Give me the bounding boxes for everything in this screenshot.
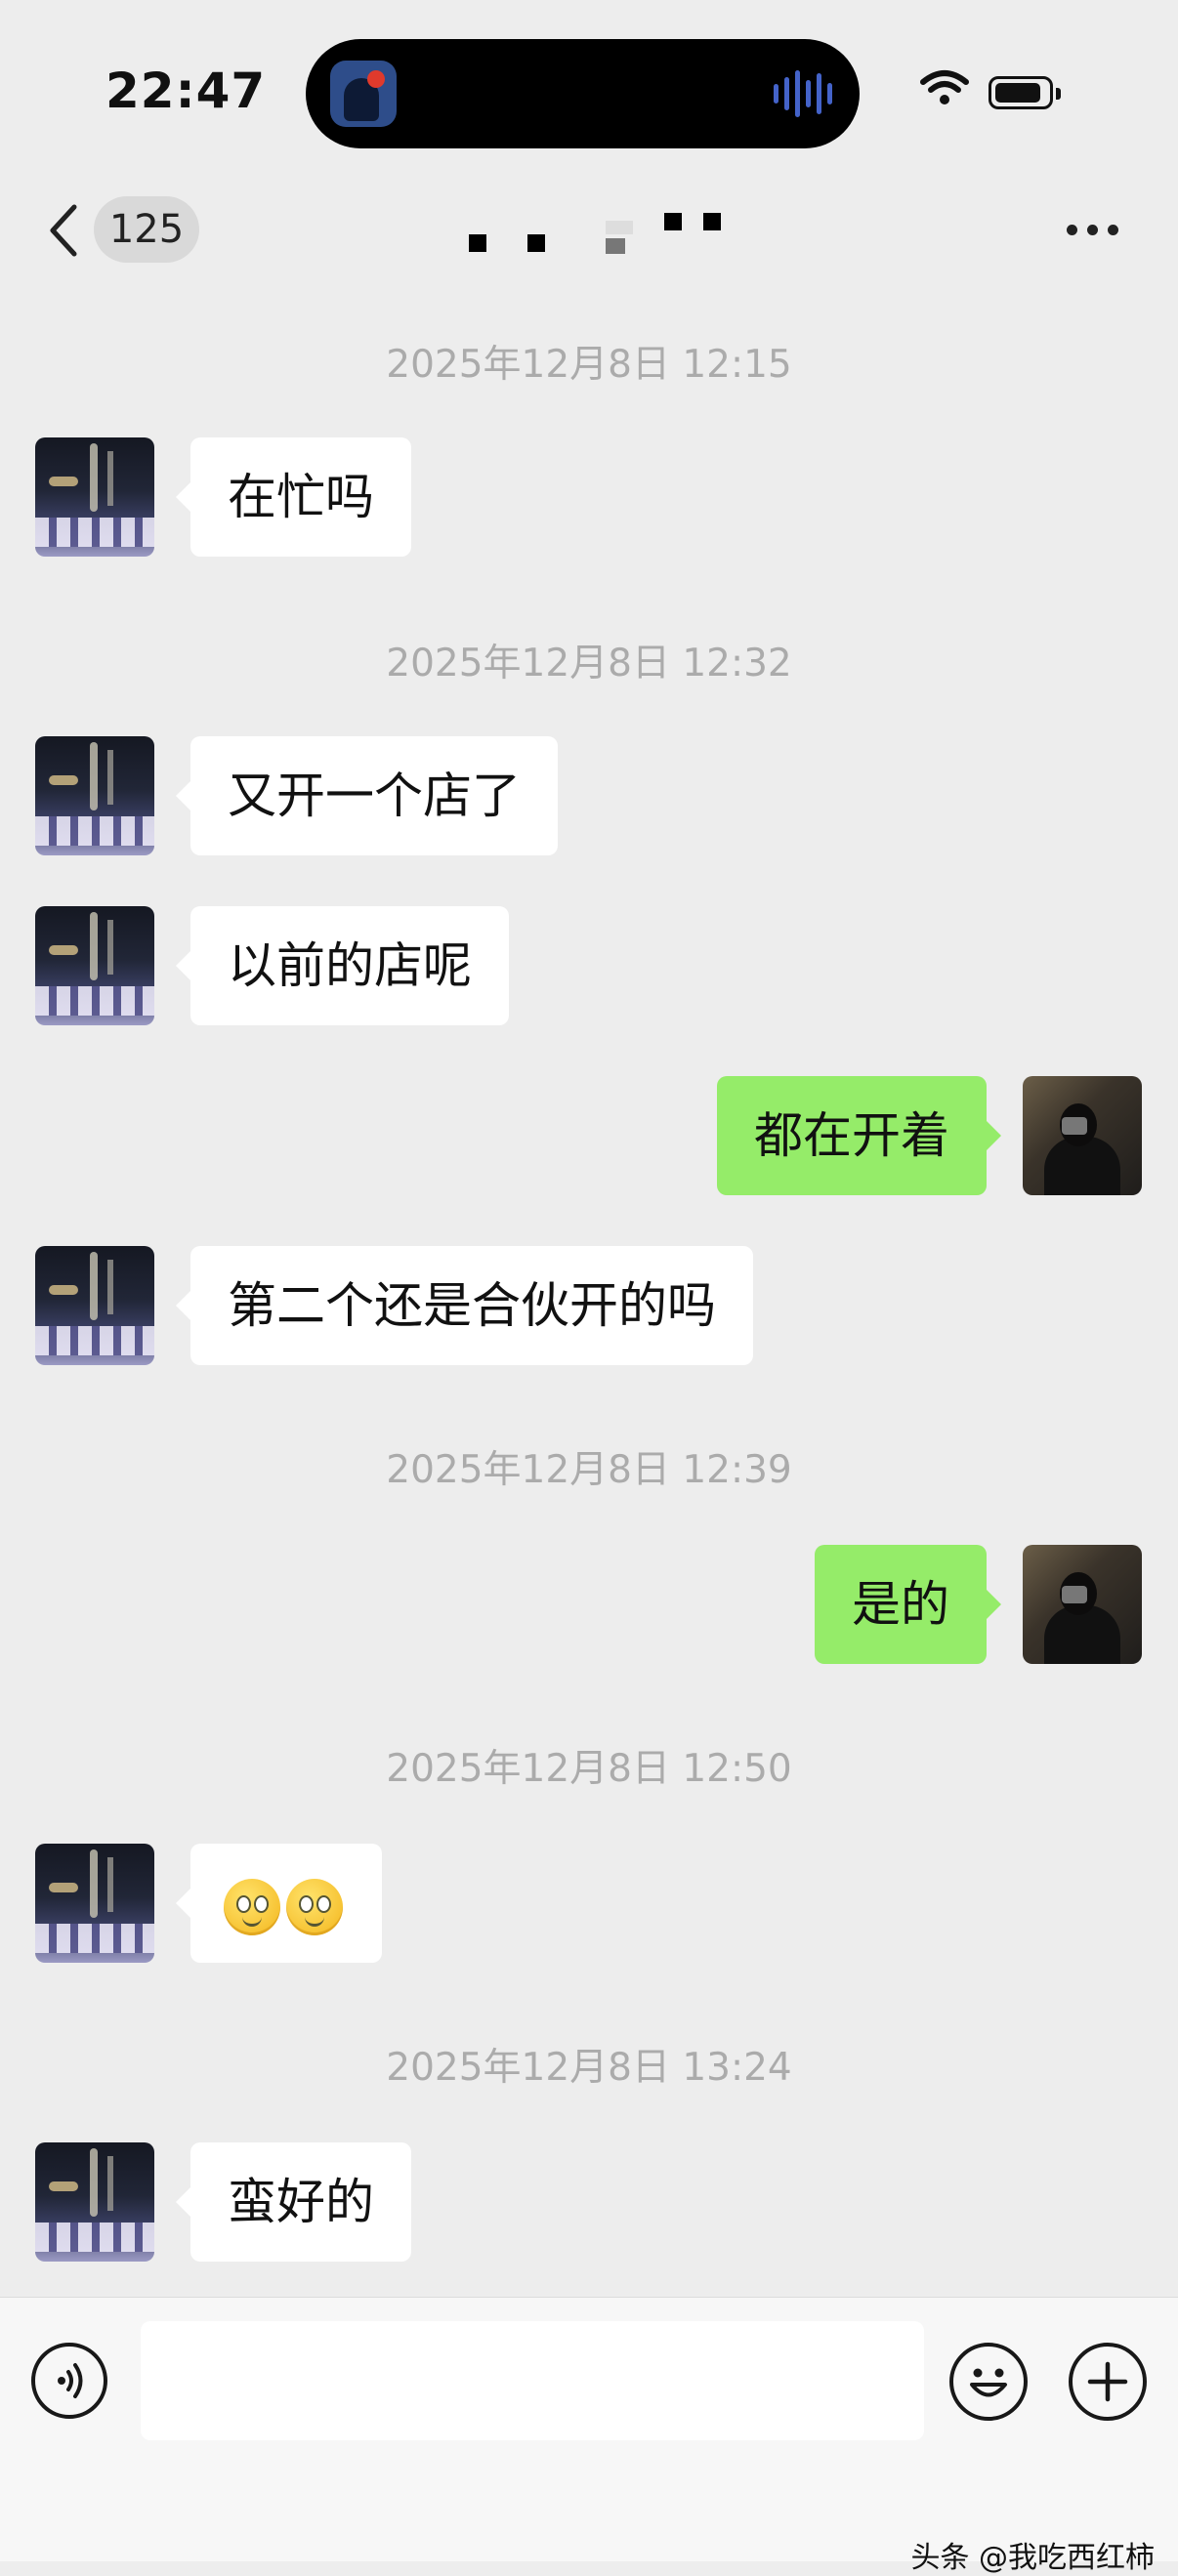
wifi-icon [920, 70, 969, 104]
contact-avatar[interactable] [35, 437, 154, 557]
message-bubble-received[interactable]: 蛮好的 [176, 2142, 411, 2262]
message-bubble-sent[interactable]: 是的 [815, 1545, 1001, 1664]
contact-avatar[interactable] [35, 736, 154, 855]
input-bar [0, 2297, 1178, 2561]
now-playing-app-icon[interactable] [330, 61, 397, 127]
dynamic-island[interactable] [306, 39, 860, 148]
my-avatar[interactable] [1023, 1076, 1142, 1195]
contact-avatar[interactable] [35, 1246, 154, 1365]
message-input[interactable] [141, 2321, 924, 2440]
more-horizontal-icon[interactable] [1067, 225, 1118, 235]
voice-icon[interactable] [31, 2343, 107, 2419]
chat-title-redacted [459, 213, 752, 254]
unread-count-badge[interactable]: 125 [94, 196, 199, 263]
watermark: 头条 @我吃西红柿 [910, 2541, 1155, 2575]
chevron-left-icon[interactable] [43, 201, 88, 260]
timestamp: 2025年12月8日 12:50 [386, 1747, 792, 1791]
contact-avatar[interactable] [35, 906, 154, 1025]
message-bubble-received[interactable]: 第二个还是合伙开的吗 [176, 1246, 753, 1365]
message-bubble-sent[interactable]: 都在开着 [717, 1076, 1001, 1195]
smile-emoji-icon [224, 1878, 280, 1935]
status-bar: 22:47 [0, 0, 1178, 166]
timestamp: 2025年12月8日 12:32 [386, 642, 792, 686]
contact-avatar[interactable] [35, 1844, 154, 1963]
audio-waveform-icon [774, 68, 832, 119]
message-bubble-received[interactable] [176, 1844, 382, 1963]
battery-icon [989, 76, 1061, 109]
message-bubble-received[interactable]: 以前的店呢 [176, 906, 509, 1025]
my-avatar[interactable] [1023, 1545, 1142, 1664]
status-time: 22:47 [105, 62, 267, 119]
timestamp: 2025年12月8日 12:39 [386, 1448, 792, 1492]
message-bubble-received[interactable]: 在忙吗 [176, 437, 411, 557]
timestamp: 2025年12月8日 13:24 [386, 2046, 792, 2090]
contact-avatar[interactable] [35, 2142, 154, 2262]
timestamp: 2025年12月8日 12:15 [386, 343, 792, 387]
smile-emoji-icon [286, 1878, 343, 1935]
chat-navbar: 125 [0, 176, 1178, 283]
message-bubble-received[interactable]: 又开一个店了 [176, 736, 558, 855]
plus-icon[interactable] [1069, 2343, 1147, 2421]
emoji-icon[interactable] [949, 2343, 1028, 2421]
